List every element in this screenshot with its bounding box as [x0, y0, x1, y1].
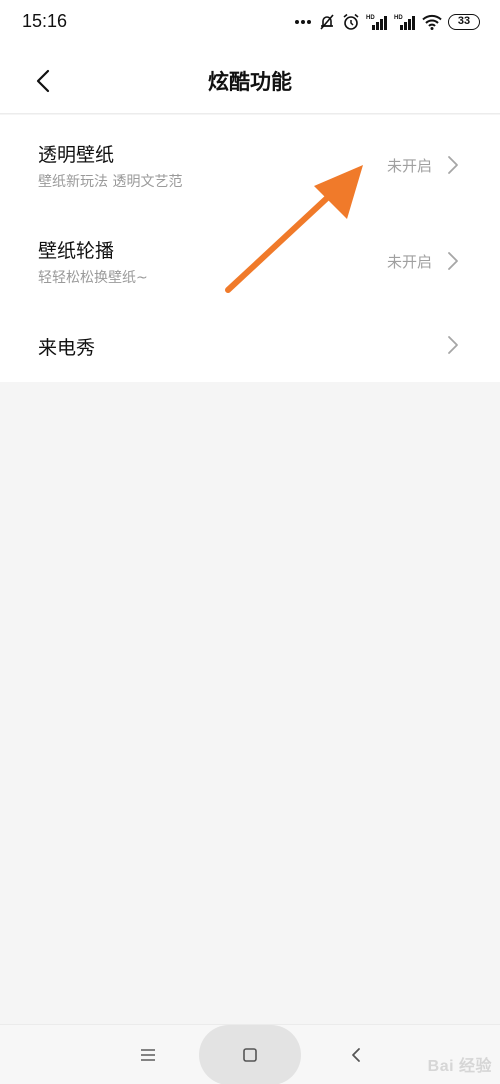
battery-icon: 33 — [448, 14, 480, 30]
mute-bell-icon — [320, 14, 334, 30]
settings-list: 透明壁纸 壁纸新玩法 透明文艺范 未开启 壁纸轮播 轻轻松松换壁纸~ 未开启 来… — [0, 115, 500, 382]
hd-label: HD — [366, 15, 375, 21]
home-square-icon — [243, 1048, 257, 1062]
status-time: 15:16 — [22, 11, 68, 31]
setting-row-transparent-wallpaper[interactable]: 透明壁纸 壁纸新玩法 透明文艺范 未开启 — [0, 115, 500, 211]
chevron-right-icon — [448, 156, 458, 174]
hd-signal-icon: HD — [394, 15, 415, 30]
header: 炫酷功能 — [0, 48, 500, 114]
hd-signal-icon: HD — [366, 15, 387, 30]
setting-subtitle: 轻轻松松换壁纸~ — [38, 270, 148, 286]
setting-status: 未开启 — [386, 253, 432, 271]
setting-title: 来电秀 — [38, 337, 96, 359]
chevron-right-icon — [448, 252, 458, 270]
setting-subtitle: 壁纸新玩法 透明文艺范 — [38, 174, 183, 190]
alarm-icon — [343, 13, 359, 30]
hd-label: HD — [394, 15, 403, 21]
setting-title: 壁纸轮播 — [38, 240, 115, 262]
page-title: 炫酷功能 — [208, 70, 292, 94]
nav-back-button[interactable] — [336, 1035, 376, 1075]
navigation-bar: Bai 经验 — [0, 1024, 500, 1084]
menu-button[interactable] — [128, 1035, 168, 1075]
setting-row-caller-show[interactable]: 来电秀 — [0, 307, 500, 382]
status-icons: HD HD 33 — [294, 10, 480, 34]
setting-status: 未开启 — [386, 157, 432, 175]
wifi-icon — [422, 14, 442, 30]
setting-title: 透明壁纸 — [38, 144, 115, 166]
watermark-text: Bai 经验 — [427, 1058, 492, 1075]
back-chevron-icon — [352, 1048, 360, 1062]
setting-row-wallpaper-carousel[interactable]: 壁纸轮播 轻轻松松换壁纸~ 未开启 — [0, 211, 500, 307]
chevron-right-icon — [448, 336, 458, 354]
status-bar: 15:16 HD HD 33 — [0, 0, 500, 48]
more-dots-icon — [295, 20, 311, 24]
home-button[interactable] — [230, 1035, 270, 1075]
menu-icon — [141, 1049, 155, 1061]
